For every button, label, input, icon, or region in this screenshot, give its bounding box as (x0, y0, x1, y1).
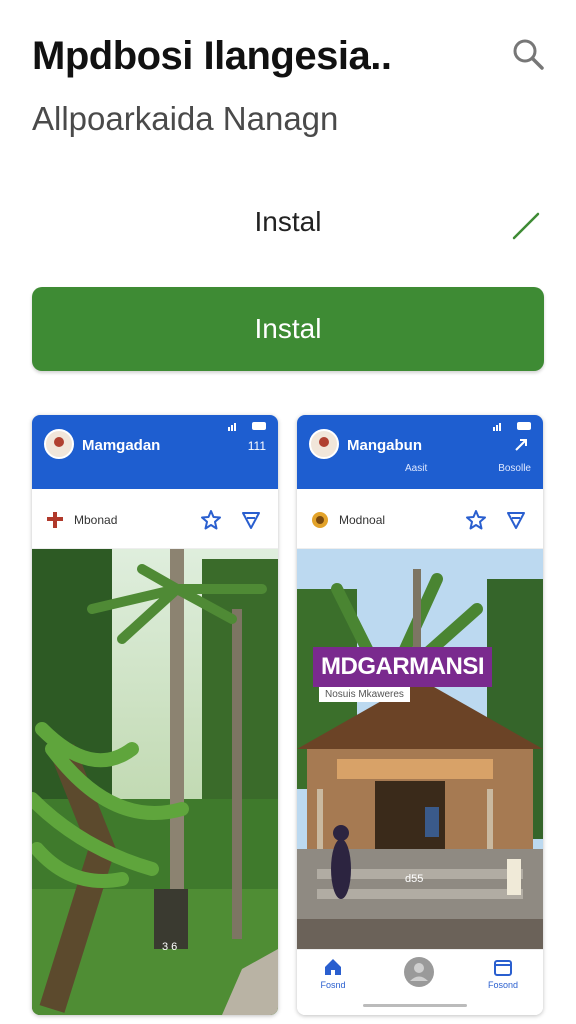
screenshot-preview-2[interactable]: Mangabun Aasit Bosolle Modnoal MDGARMANS… (297, 415, 543, 1015)
preview-app-header: Mangabun Aasit Bosolle (297, 415, 543, 489)
palm-garden-image (32, 549, 278, 1015)
promo-banner-title: MDGARMANSI (313, 647, 492, 687)
media-caption: d55 (405, 873, 424, 885)
preview-toolbar-label: Modnoal (339, 513, 386, 527)
preview-bottom-nav: Fosnd Fosond (297, 949, 543, 1015)
preview-app-header: Mamgadan 111 (32, 415, 278, 489)
garden-palm-photo: 3 6 (32, 549, 278, 1015)
filter-icon[interactable] (240, 509, 262, 531)
status-bar-icons (228, 421, 268, 431)
profile-icon (404, 957, 434, 987)
star-icon[interactable] (200, 509, 222, 531)
preview-toolbar-label: Mbonad (74, 513, 118, 527)
preview-header-title: Mamgadan (82, 437, 161, 454)
avatar (309, 429, 339, 459)
nav-right-label: Fosond (487, 980, 519, 990)
traditional-house-photo: MDGARMANSI Nosuis Mkaweres d55 (297, 549, 543, 1001)
screenshot-preview-1[interactable]: Mamgadan 111 Mbonad 3 6 (32, 415, 278, 1015)
star-icon[interactable] (465, 509, 487, 531)
cross-emblem-icon (47, 512, 63, 528)
signal-battery-icon (228, 422, 266, 431)
preview-header-counter: 111 (247, 439, 266, 453)
app-title: Mpdbosi Ilangesia.. (32, 34, 392, 78)
preview-header-sub: Aasit (405, 463, 428, 474)
nav-home[interactable]: Fosnd (303, 956, 363, 990)
gesture-handle (363, 1004, 467, 1007)
badge-icon (312, 512, 328, 528)
nav-profile[interactable] (389, 956, 449, 990)
search-icon (513, 39, 544, 70)
avatar (44, 429, 74, 459)
search-button[interactable] (508, 34, 548, 74)
share-arrow-icon[interactable] (513, 437, 529, 453)
home-icon (325, 959, 341, 975)
check-icon (512, 212, 540, 240)
nav-calendar[interactable]: Fosond (473, 956, 533, 990)
calendar-icon (494, 960, 512, 976)
install-button[interactable]: Instal (32, 287, 544, 371)
status-bar-icons (493, 421, 533, 431)
preview-toolbar: Mbonad (32, 489, 278, 549)
media-caption: 3 6 (162, 941, 178, 953)
wooden-house-image (297, 549, 543, 1001)
preview-header-title: Mangabun (347, 437, 422, 454)
filter-icon[interactable] (505, 509, 527, 531)
install-status-row: Instal (0, 200, 576, 250)
promo-banner-subtitle: Nosuis Mkaweres (319, 687, 410, 702)
preview-header-sub-right: Bosolle (498, 463, 531, 474)
nav-home-label: Fosnd (320, 980, 346, 990)
signal-battery-icon (493, 422, 531, 431)
app-subtitle: Allpoarkaida Nanagn (32, 100, 339, 137)
preview-toolbar: Modnoal (297, 489, 543, 549)
install-status-text: Instal (254, 206, 322, 237)
